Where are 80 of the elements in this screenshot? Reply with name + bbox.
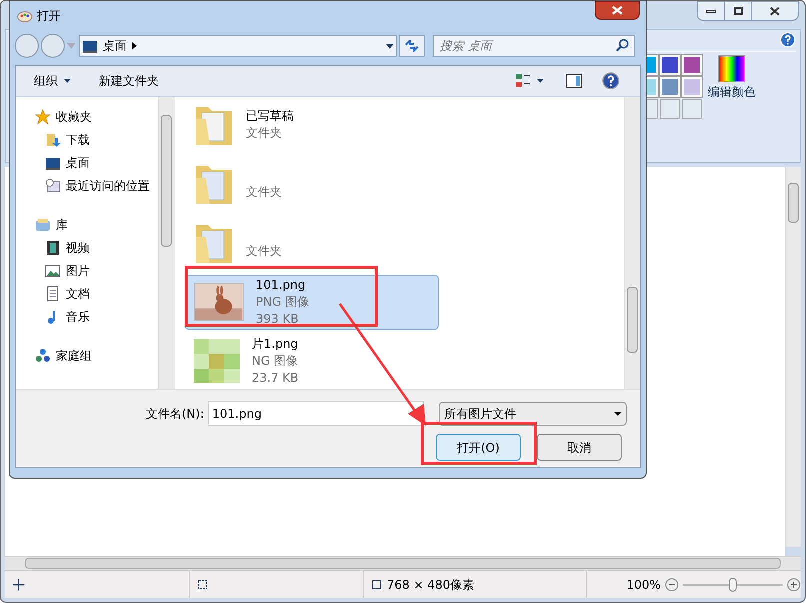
video-icon	[45, 240, 61, 256]
filename-label: 文件名(N):	[146, 406, 204, 422]
nav-item[interactable]: 最近访问的位置	[35, 178, 158, 194]
nav-item[interactable]: 音乐	[35, 309, 158, 325]
zoom-level: 100%	[626, 576, 661, 594]
file-item[interactable]: 文件夹	[185, 215, 439, 271]
nav-item[interactable]: 文档	[35, 286, 158, 302]
zoom-in-icon[interactable]	[787, 578, 801, 592]
organize-menu[interactable]: 组织	[34, 72, 71, 90]
refresh-button[interactable]	[399, 35, 425, 57]
file-item[interactable]: 101.png PNG 图像 393 KB	[185, 274, 439, 330]
desktop-icon	[82, 38, 98, 54]
search-field[interactable]: 搜索 桌面	[433, 35, 635, 57]
nav-item[interactable]: 下载	[35, 132, 158, 148]
file-size: 23.7 KB	[252, 370, 299, 387]
file-type-dropdown[interactable]: 所有图片文件	[439, 402, 628, 426]
view-icon[interactable]	[516, 73, 546, 89]
color-swatch[interactable]	[682, 77, 702, 97]
color-swatch[interactable]	[660, 55, 680, 75]
dialog-title: 打开	[37, 8, 61, 25]
recent-icon	[45, 178, 61, 194]
preview-pane-icon[interactable]	[566, 74, 582, 88]
pictures-icon	[45, 263, 61, 279]
scrollbar[interactable]	[158, 97, 174, 389]
nav-item[interactable]: 视频	[35, 240, 158, 256]
nav-item[interactable]: 家庭组	[35, 348, 158, 364]
desktop-icon	[45, 155, 61, 171]
filename-field[interactable]: 101.png	[208, 401, 424, 426]
edit-colors-label[interactable]: 编辑颜色	[708, 83, 756, 101]
slider-thumb[interactable]	[729, 578, 737, 592]
homegroup-icon	[35, 348, 51, 364]
file-item[interactable]: 文件夹	[185, 156, 439, 212]
help-icon[interactable]	[602, 72, 620, 90]
file-item[interactable]: 片1.png NG 图像 23.7 KB	[185, 334, 439, 389]
file-type: 文件夹	[246, 184, 282, 201]
new-folder-button[interactable]: 新建文件夹	[99, 72, 159, 90]
file-name: 101.png	[256, 276, 307, 294]
close-button[interactable]	[595, 1, 640, 20]
rainbow-icon[interactable]	[718, 55, 746, 83]
image-size: 768 × 480像素	[386, 576, 474, 594]
move-icon	[13, 578, 25, 590]
file-name: 已写草稿	[246, 108, 294, 125]
chevron-icon[interactable]	[132, 42, 137, 50]
file-type: PNG 图像	[256, 294, 310, 311]
color-swatch[interactable]	[682, 55, 702, 75]
caret-icon	[64, 79, 71, 83]
nav-item[interactable]: 库	[35, 217, 158, 233]
dropdown-icon[interactable]	[386, 44, 394, 48]
address-text[interactable]: 桌面	[103, 37, 127, 55]
color-swatch[interactable]	[660, 77, 680, 97]
download-icon	[45, 132, 61, 148]
empty-swatch[interactable]	[682, 99, 702, 119]
open-button[interactable]: 打开(O)	[436, 434, 521, 461]
search-icon[interactable]	[616, 39, 629, 52]
scrollbar[interactable]	[785, 167, 801, 547]
canvas-size-icon	[370, 578, 383, 591]
zoom-slider[interactable]	[683, 578, 783, 592]
file-type: 文件夹	[246, 124, 283, 142]
address-bar[interactable]: 桌面	[79, 35, 397, 57]
star-icon	[35, 109, 51, 125]
zoom-out-icon[interactable]	[665, 578, 679, 592]
horizontal-scrollbar[interactable]	[5, 556, 801, 570]
dropdown-icon	[614, 412, 622, 416]
close-icon	[770, 6, 780, 16]
file-item[interactable]: 已写草稿 文件夹	[185, 97, 439, 152]
close-icon	[612, 6, 623, 15]
nav-item[interactable]: 桌面	[35, 155, 158, 171]
refresh-icon	[405, 40, 419, 52]
nav-item[interactable]: 图片	[35, 263, 158, 279]
nav-item[interactable]: 收藏夹	[35, 109, 158, 125]
empty-swatch[interactable]	[660, 99, 680, 119]
selection-icon	[196, 578, 209, 591]
file-type: 文件夹	[246, 243, 282, 260]
library-icon	[35, 217, 51, 233]
file-type: NG 图像	[252, 352, 299, 370]
scrollbar[interactable]	[624, 97, 640, 389]
file-size: 393 KB	[256, 310, 300, 328]
cancel-button[interactable]: 取消	[537, 434, 622, 461]
documents-icon	[45, 286, 61, 302]
file-name: 片1.png	[252, 336, 299, 353]
